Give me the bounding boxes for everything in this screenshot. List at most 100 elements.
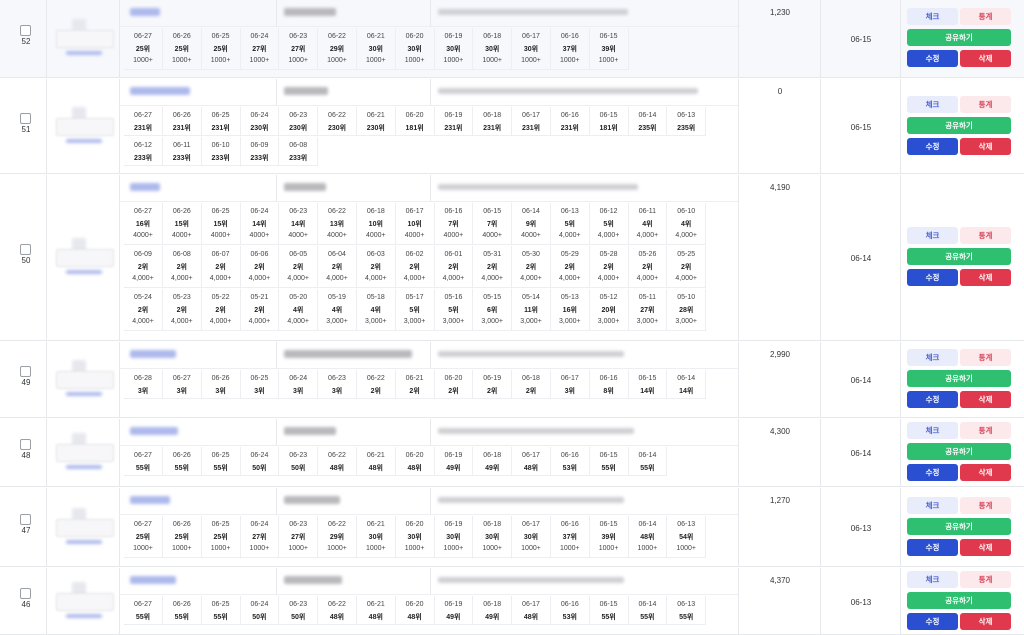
product-url[interactable]	[438, 497, 624, 503]
edit-button[interactable]: 수정	[907, 612, 958, 630]
share-button[interactable]: 공유하기	[907, 370, 1011, 387]
delete-button[interactable]: 삭제	[960, 464, 1011, 481]
rank-value: 55위	[213, 465, 228, 472]
check-button[interactable]: 체크	[907, 496, 958, 514]
rank-date: 06-17	[522, 452, 540, 459]
rank-cell: 06-16 231위	[550, 107, 590, 136]
rank-cell: 06-18 231위	[473, 107, 513, 136]
review-count: 1000+	[637, 545, 658, 552]
rank-value: 55위	[174, 614, 189, 621]
rank-date: 06-04	[328, 251, 346, 258]
keyword-title[interactable]	[130, 576, 176, 584]
delete-button[interactable]: 삭제	[960, 50, 1011, 67]
stats-button[interactable]: 통계	[960, 95, 1011, 113]
edit-button[interactable]: 수정	[907, 137, 958, 155]
keyword-title[interactable]	[130, 8, 160, 16]
share-button[interactable]: 공유하기	[907, 443, 1011, 460]
rank-value: 55위	[601, 465, 616, 472]
product-url[interactable]	[438, 351, 624, 357]
check-button[interactable]: 체크	[907, 349, 958, 366]
rank-value: 53위	[562, 614, 577, 621]
check-button[interactable]: 체크	[907, 570, 958, 588]
column-divider	[900, 79, 901, 173]
share-button[interactable]: 공유하기	[907, 248, 1011, 265]
rank-cell: 06-13 235위	[667, 107, 707, 136]
keyword-title[interactable]	[130, 496, 170, 504]
product-url[interactable]	[438, 88, 698, 94]
rank-date: 06-12	[599, 208, 618, 215]
delete-button[interactable]: 삭제	[960, 538, 1011, 556]
product-url[interactable]	[438, 577, 624, 583]
delete-button[interactable]: 삭제	[960, 137, 1011, 155]
rank-value: 7위	[487, 221, 498, 228]
rank-date: 05-19	[328, 294, 346, 301]
rank-cell: 06-17 48위	[512, 596, 551, 625]
rank-value: 231위	[560, 125, 579, 132]
product-url[interactable]	[438, 9, 628, 15]
check-button[interactable]: 체크	[907, 8, 958, 25]
row-checkbox[interactable]	[20, 244, 31, 255]
rank-cell: 06-25 15위 4000+	[201, 203, 241, 245]
rank-cell: 06-24 3위	[279, 370, 319, 399]
share-button[interactable]: 공유하기	[907, 517, 1011, 535]
row-checkbox[interactable]	[20, 112, 31, 124]
keyword-title[interactable]	[130, 427, 178, 435]
delete-button[interactable]: 삭제	[960, 269, 1011, 286]
edit-button[interactable]: 수정	[907, 269, 958, 286]
product-store-link[interactable]	[66, 539, 102, 544]
row-checkbox[interactable]	[20, 439, 31, 450]
keyword-title[interactable]	[130, 183, 160, 191]
keyword-title[interactable]	[130, 350, 176, 358]
stats-button[interactable]: 통계	[960, 496, 1011, 514]
keyword-title[interactable]	[130, 87, 190, 95]
keyword-text	[284, 496, 340, 504]
delete-button[interactable]: 삭제	[960, 612, 1011, 630]
product-store-link[interactable]	[66, 613, 102, 618]
product-store-link[interactable]	[66, 465, 102, 469]
edit-button[interactable]: 수정	[907, 50, 958, 67]
rank-value: 2위	[681, 264, 692, 271]
rank-date: 06-23	[289, 208, 308, 215]
rank-cell: 06-04 2위 4,000+	[318, 246, 357, 288]
rank-cell: 06-16 7위 4000+	[434, 203, 474, 245]
product-store-link[interactable]	[66, 51, 102, 55]
rank-value: 231위	[483, 125, 502, 132]
row-number: 51	[21, 124, 31, 134]
check-button[interactable]: 체크	[907, 422, 958, 439]
product-url[interactable]	[438, 184, 638, 190]
product-store-link[interactable]	[66, 138, 102, 143]
edit-button[interactable]: 수정	[907, 391, 958, 408]
product-store-link[interactable]	[66, 270, 102, 274]
stats-button[interactable]: 통계	[960, 422, 1011, 439]
stats-button[interactable]: 통계	[960, 349, 1011, 366]
stats-button[interactable]: 통계	[960, 8, 1011, 25]
rank-cell: 06-13 5위 4,000+	[550, 203, 590, 245]
row-checkbox[interactable]	[20, 25, 31, 36]
check-button[interactable]: 체크	[907, 227, 958, 244]
rank-date: 05-18	[366, 294, 385, 301]
stats-button[interactable]: 통계	[960, 570, 1011, 588]
rank-date: 06-02	[405, 251, 424, 258]
rank-cell: 06-22 48위	[318, 447, 357, 476]
rank-value: 49위	[446, 465, 461, 472]
check-button[interactable]: 체크	[907, 95, 958, 113]
rank-date: 06-01	[444, 251, 463, 258]
product-url[interactable]	[438, 428, 634, 434]
edit-button[interactable]: 수정	[907, 538, 958, 556]
share-button[interactable]: 공유하기	[907, 591, 1011, 609]
rank-value: 233위	[133, 155, 153, 162]
rank-date: 06-14	[638, 112, 657, 119]
rank-date: 06-13	[677, 521, 696, 528]
row-checkbox[interactable]	[20, 513, 31, 525]
stats-button[interactable]: 통계	[960, 227, 1011, 244]
product-store-link[interactable]	[66, 392, 102, 396]
delete-button[interactable]: 삭제	[960, 391, 1011, 408]
share-button[interactable]: 공유하기	[907, 29, 1011, 46]
row-checkbox[interactable]	[20, 587, 31, 599]
rank-cell: 06-23 27위 1000+	[279, 28, 319, 70]
row-checkbox[interactable]	[20, 366, 31, 377]
share-button[interactable]: 공유하기	[907, 116, 1011, 134]
rank-cell: 05-20 4위 4,000+	[279, 289, 319, 331]
rank-value: 15위	[174, 221, 189, 228]
edit-button[interactable]: 수정	[907, 464, 958, 481]
